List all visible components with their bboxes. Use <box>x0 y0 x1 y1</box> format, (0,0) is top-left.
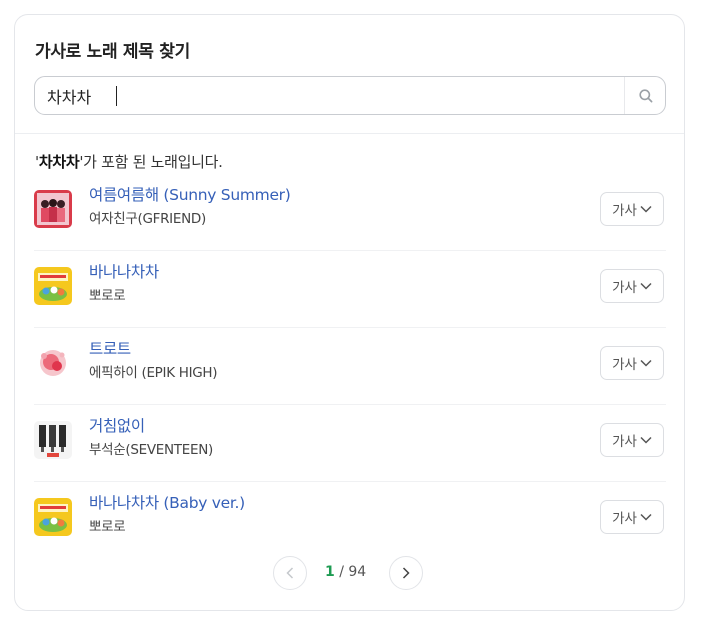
chevron-down-icon <box>640 282 652 290</box>
song-title-link[interactable]: 여름여름해 (Sunny Summer) <box>89 183 291 205</box>
page-separator: / <box>339 564 344 580</box>
pagination: 1 / 94 <box>273 556 425 592</box>
lyrics-toggle-button[interactable]: 가사 <box>600 346 664 380</box>
song-title-link[interactable]: 바나나차차 <box>89 260 159 282</box>
song-row: 여름여름해 (Sunny Summer) 여자친구(GFRIEND) 가사 <box>34 173 666 251</box>
song-artist: 에픽하이 (EPIK HIGH) <box>89 365 218 381</box>
song-row: 바나나차차 뽀로로 가사 <box>34 250 666 328</box>
album-art <box>34 190 72 228</box>
song-title-link[interactable]: 바나나차차 (Baby ver.) <box>89 491 245 513</box>
lyrics-button-label: 가사 <box>612 280 637 296</box>
lyrics-toggle-button[interactable]: 가사 <box>600 269 664 303</box>
lyrics-toggle-button[interactable]: 가사 <box>600 192 664 226</box>
album-art <box>34 421 72 459</box>
album-art <box>34 344 72 382</box>
song-artist: 여자친구(GFRIEND) <box>89 211 206 227</box>
album-art <box>34 498 72 536</box>
lyrics-button-label: 가사 <box>612 357 637 373</box>
current-page: 1 <box>325 564 335 580</box>
song-row: 트로트 에픽하이 (EPIK HIGH) 가사 <box>34 327 666 405</box>
search-icon <box>638 88 652 102</box>
search-button[interactable] <box>625 77 666 114</box>
panel-title: 가사로 노래 제목 찾기 <box>35 42 190 62</box>
search-box <box>34 76 666 115</box>
total-pages: 94 <box>348 564 367 580</box>
song-artist: 뽀로로 <box>89 519 126 535</box>
chevron-down-icon <box>640 513 652 521</box>
next-page-button[interactable] <box>389 556 423 590</box>
result-keyword: 차차차 <box>38 153 80 171</box>
page-indicator: 1 / 94 <box>325 564 366 580</box>
album-art <box>34 267 72 305</box>
song-artist: 뽀로로 <box>89 288 126 304</box>
lyrics-button-label: 가사 <box>612 203 637 219</box>
section-divider <box>15 133 684 134</box>
song-row: 바나나차차 (Baby ver.) 뽀로로 가사 <box>34 481 666 559</box>
lyrics-button-label: 가사 <box>612 434 637 450</box>
prev-page-button[interactable] <box>273 556 307 590</box>
text-caret <box>116 86 117 106</box>
chevron-left-icon <box>286 567 294 579</box>
chevron-down-icon <box>640 205 652 213</box>
chevron-down-icon <box>640 436 652 444</box>
lyrics-search-panel: 가사로 노래 제목 찾기 '차차차'가 포함 된 노래입니다. <box>14 14 685 611</box>
song-title-link[interactable]: 거침없이 <box>89 414 145 436</box>
lyrics-toggle-button[interactable]: 가사 <box>600 500 664 534</box>
chevron-right-icon <box>402 567 410 579</box>
lyrics-button-label: 가사 <box>612 511 637 527</box>
song-title-link[interactable]: 트로트 <box>89 337 131 359</box>
song-artist: 부석순(SEVENTEEN) <box>89 442 213 458</box>
lyrics-toggle-button[interactable]: 가사 <box>600 423 664 457</box>
chevron-down-icon <box>640 359 652 367</box>
result-suffix: 가 포함 된 노래입니다. <box>83 153 223 171</box>
search-input[interactable] <box>47 77 607 114</box>
song-row: 거침없이 부석순(SEVENTEEN) 가사 <box>34 404 666 482</box>
result-message: '차차차'가 포함 된 노래입니다. <box>35 153 223 171</box>
